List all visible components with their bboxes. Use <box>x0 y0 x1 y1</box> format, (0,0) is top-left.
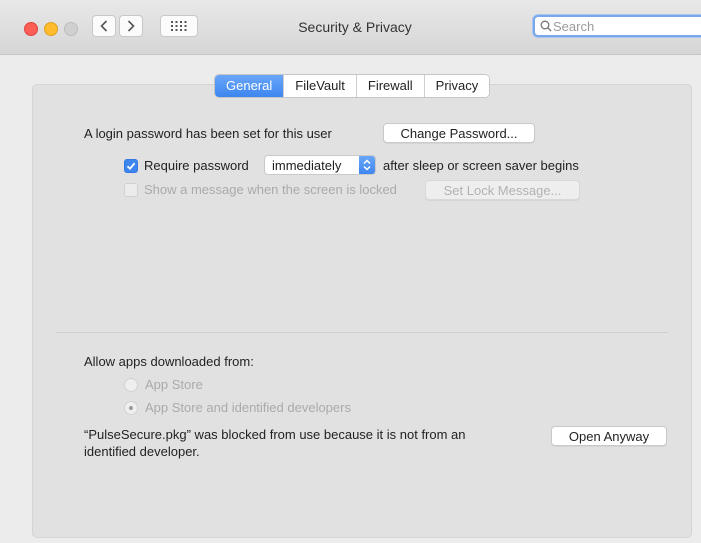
forward-button[interactable] <box>119 15 143 37</box>
grid-icon <box>171 21 187 31</box>
tab-bar: General FileVault Firewall Privacy <box>214 74 491 98</box>
show-message-label: Show a message when the screen is locked <box>144 182 397 197</box>
chevron-up-down-icon <box>363 159 371 171</box>
set-lock-message-button[interactable]: Set Lock Message... <box>425 180 580 200</box>
content-panel <box>32 84 692 538</box>
chevron-left-icon <box>100 20 108 32</box>
tab-general[interactable]: General <box>215 75 284 97</box>
checkmark-icon <box>126 162 136 171</box>
search-input[interactable] <box>553 17 701 35</box>
minimize-window-button[interactable] <box>44 22 58 36</box>
after-sleep-text: after sleep or screen saver begins <box>383 158 579 173</box>
login-password-text: A login password has been set for this u… <box>84 126 332 141</box>
title-bar: Security & Privacy <box>0 0 701 55</box>
radio-app-store-identified[interactable] <box>124 401 138 415</box>
radio-app-store-identified-label: App Store and identified developers <box>145 400 351 415</box>
tab-privacy[interactable]: Privacy <box>423 75 490 97</box>
back-button[interactable] <box>92 15 116 37</box>
blocked-message-line1: “PulseSecure.pkg” was blocked from use b… <box>84 427 466 442</box>
require-password-delay-select[interactable]: immediately <box>264 155 376 175</box>
search-field[interactable] <box>533 15 701 37</box>
open-anyway-button[interactable]: Open Anyway <box>551 426 667 446</box>
require-password-checkbox[interactable] <box>124 159 138 173</box>
close-window-button[interactable] <box>24 22 38 36</box>
tab-firewall[interactable]: Firewall <box>355 75 424 97</box>
show-all-button[interactable] <box>160 15 198 37</box>
radio-app-store-label: App Store <box>145 377 203 392</box>
search-icon <box>540 20 552 32</box>
section-divider <box>56 332 668 333</box>
change-password-button[interactable]: Change Password... <box>383 123 535 143</box>
tab-filevault[interactable]: FileVault <box>283 75 356 97</box>
radio-selected-dot <box>129 406 133 410</box>
require-password-label: Require password <box>144 158 249 173</box>
zoom-window-button[interactable] <box>64 22 78 36</box>
window-title: Security & Privacy <box>298 19 412 35</box>
allow-apps-heading: Allow apps downloaded from: <box>84 354 254 369</box>
select-arrow <box>359 156 375 174</box>
blocked-message-line2: identified developer. <box>84 444 200 459</box>
radio-app-store[interactable] <box>124 378 138 392</box>
require-password-delay-value: immediately <box>272 158 342 173</box>
chevron-right-icon <box>127 20 135 32</box>
show-message-checkbox[interactable] <box>124 183 138 197</box>
